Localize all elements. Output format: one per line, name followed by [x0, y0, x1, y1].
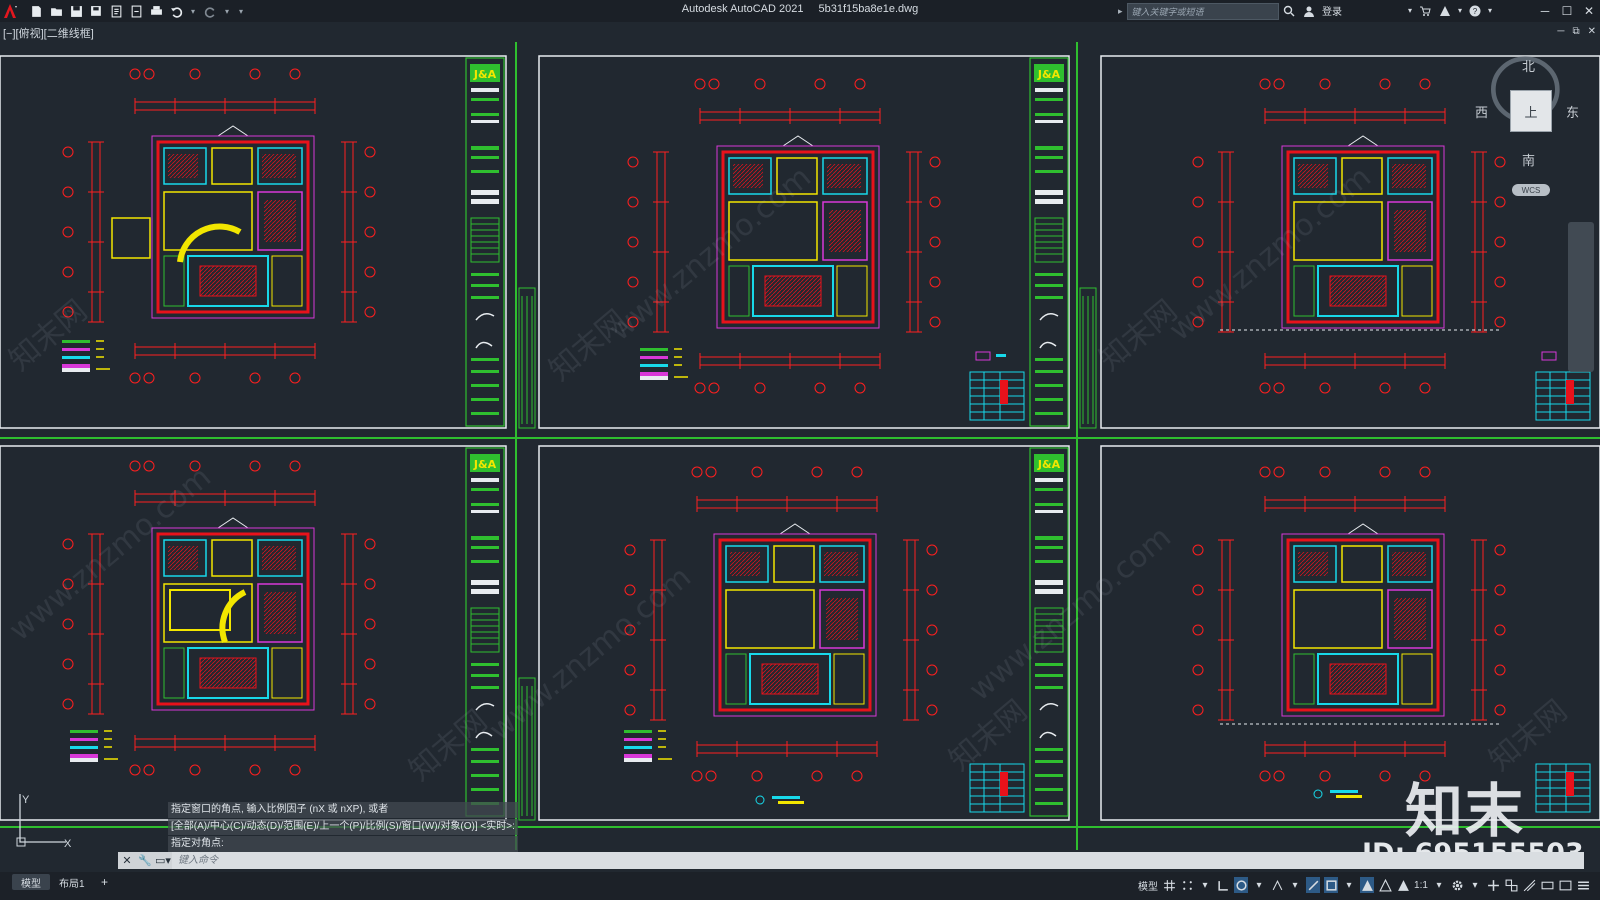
object-snap-tracking-icon[interactable] — [1306, 877, 1320, 893]
command-customize-icon[interactable]: 🔧 — [136, 852, 154, 869]
help-search-input[interactable] — [1126, 3, 1279, 20]
viewcube-top-face[interactable]: 上 — [1510, 90, 1552, 132]
command-history: 指定窗口的角点, 输入比例因子 (nX 或 nXP), 或者 [全部(A)/中心… — [168, 802, 518, 853]
polar-tracking-icon[interactable] — [1234, 877, 1248, 893]
open-folder-icon[interactable] — [47, 2, 65, 20]
user-icon[interactable] — [1302, 4, 1316, 18]
help-search: ▸ — [1118, 3, 1279, 20]
top-right-tools: 登录 ▾ ▾ ? ▾ — [1282, 3, 1492, 18]
recent-commands-icon[interactable]: ▭▾ — [154, 852, 172, 869]
command-history-line: 指定窗口的角点, 输入比例因子 (nX 或 nXP), 或者 — [168, 802, 518, 818]
command-close-icon[interactable]: ✕ — [118, 852, 136, 869]
command-history-line: [全部(A)/中心(C)/动态(D)/范围(E)/上一个(P)/比例(S)/窗口… — [168, 819, 518, 835]
undo-icon[interactable] — [167, 2, 185, 20]
close-icon[interactable]: ✕ — [1578, 0, 1600, 22]
new-file-icon[interactable] — [27, 2, 45, 20]
status-tools: 模型 ▾ ▾ ▾ ▾ 1:1 ▾ ▾ — [1138, 877, 1590, 893]
workspace-gear-icon[interactable] — [1450, 877, 1464, 893]
isodraft-icon[interactable] — [1270, 877, 1284, 893]
app-name: Autodesk AutoCAD 2021 — [681, 3, 804, 15]
title-bar: ▾ ▾ ▾ Autodesk AutoCAD 2021 5b31f15ba8e1… — [0, 0, 1600, 22]
undo-dropdown-icon[interactable]: ▾ — [191, 7, 195, 16]
maximize-icon[interactable]: ☐ — [1556, 0, 1578, 22]
isodraft-dropdown-icon[interactable]: ▾ — [1288, 877, 1302, 893]
units-icon[interactable] — [1504, 877, 1518, 893]
customization-menu-icon[interactable] — [1576, 877, 1590, 893]
app-dropdown-icon[interactable]: ▾ — [1458, 6, 1462, 15]
search-icon[interactable] — [1282, 4, 1296, 18]
snap-icon[interactable] — [1180, 877, 1194, 893]
file-name: 5b31f15ba8e1e.dwg — [818, 3, 919, 15]
annotation-scale-icon[interactable] — [1396, 877, 1410, 893]
annotation-monitor-icon[interactable] — [1486, 877, 1500, 893]
wcs-menu[interactable]: WCS — [1512, 184, 1550, 196]
doc-restore-icon[interactable]: ⧉ — [1572, 26, 1579, 37]
window-controls: ─ ☐ ✕ — [1534, 0, 1600, 22]
redo-dropdown-icon[interactable]: ▾ — [225, 7, 229, 16]
print-icon[interactable] — [147, 2, 165, 20]
workspace-dropdown-icon[interactable]: ▾ — [1468, 877, 1482, 893]
add-layout-button[interactable]: + — [92, 874, 117, 890]
doc-minimize-icon[interactable]: ─ — [1557, 26, 1564, 37]
model-space-button[interactable]: 模型 — [1138, 877, 1158, 893]
ucs-y-label: Y — [22, 794, 30, 806]
object-snap-icon[interactable] — [1324, 877, 1338, 893]
save-as-icon[interactable] — [87, 2, 105, 20]
viewcube-west[interactable]: 西 — [1475, 102, 1488, 121]
login-dropdown-icon[interactable]: ▾ — [1408, 6, 1412, 15]
ucs-x-label: X — [64, 838, 72, 850]
plot-preview-icon[interactable] — [107, 2, 125, 20]
publish-icon[interactable] — [127, 2, 145, 20]
login-label[interactable]: 登录 — [1322, 3, 1342, 18]
snap-dropdown-icon[interactable]: ▾ — [1198, 877, 1212, 893]
svg-text:?: ? — [1473, 7, 1478, 16]
navigation-bar[interactable] — [1568, 222, 1594, 372]
autodesk-app-icon[interactable] — [1438, 4, 1452, 18]
quick-access-toolbar: ▾ ▾ ▾ — [27, 2, 247, 20]
save-icon[interactable] — [67, 2, 85, 20]
autocad-logo-icon[interactable] — [3, 2, 17, 20]
viewport-controls-label[interactable]: [−][俯视][二维线框] — [3, 25, 94, 41]
tab-model[interactable]: 模型 — [12, 874, 50, 890]
watermark-logo: 知末 — [1405, 777, 1526, 845]
search-expand-icon[interactable]: ▸ — [1118, 6, 1123, 17]
help-icon[interactable]: ? — [1468, 4, 1482, 18]
drawing-canvas[interactable]: J&A — [0, 42, 1600, 850]
osnap-dropdown-icon[interactable]: ▾ — [1342, 877, 1356, 893]
polar-dropdown-icon[interactable]: ▾ — [1252, 877, 1266, 893]
ortho-icon[interactable] — [1216, 877, 1230, 893]
clean-screen-icon[interactable] — [1558, 877, 1572, 893]
tab-layout1[interactable]: 布局1 — [50, 874, 94, 890]
quick-properties-icon[interactable] — [1522, 877, 1536, 893]
doc-close-icon[interactable]: ✕ — [1588, 26, 1596, 37]
customize-qat-icon[interactable]: ▾ — [239, 7, 243, 16]
viewcube-south[interactable]: 南 — [1522, 150, 1535, 169]
viewcube-east[interactable]: 东 — [1566, 102, 1579, 121]
annotation-visibility-icon[interactable] — [1360, 877, 1374, 893]
cart-icon[interactable] — [1418, 4, 1432, 18]
hardware-acceleration-icon[interactable] — [1540, 877, 1554, 893]
scale-dropdown-icon[interactable]: ▾ — [1432, 877, 1446, 893]
minimize-icon[interactable]: ─ — [1534, 0, 1556, 22]
command-input[interactable] — [172, 852, 1584, 869]
document-window-controls: ─ ⧉ ✕ — [1557, 26, 1596, 37]
auto-scale-icon[interactable] — [1378, 877, 1392, 893]
redo-icon[interactable] — [201, 2, 219, 20]
help-dropdown-icon[interactable]: ▾ — [1488, 6, 1492, 15]
annotation-scale-value[interactable]: 1:1 — [1414, 877, 1428, 893]
grid-icon[interactable] — [1162, 877, 1176, 893]
command-history-line: 指定对角点: — [168, 836, 518, 852]
viewcube-north[interactable]: 北 — [1522, 56, 1535, 75]
command-line: ✕ 🔧 ▭▾ — [118, 852, 1584, 869]
